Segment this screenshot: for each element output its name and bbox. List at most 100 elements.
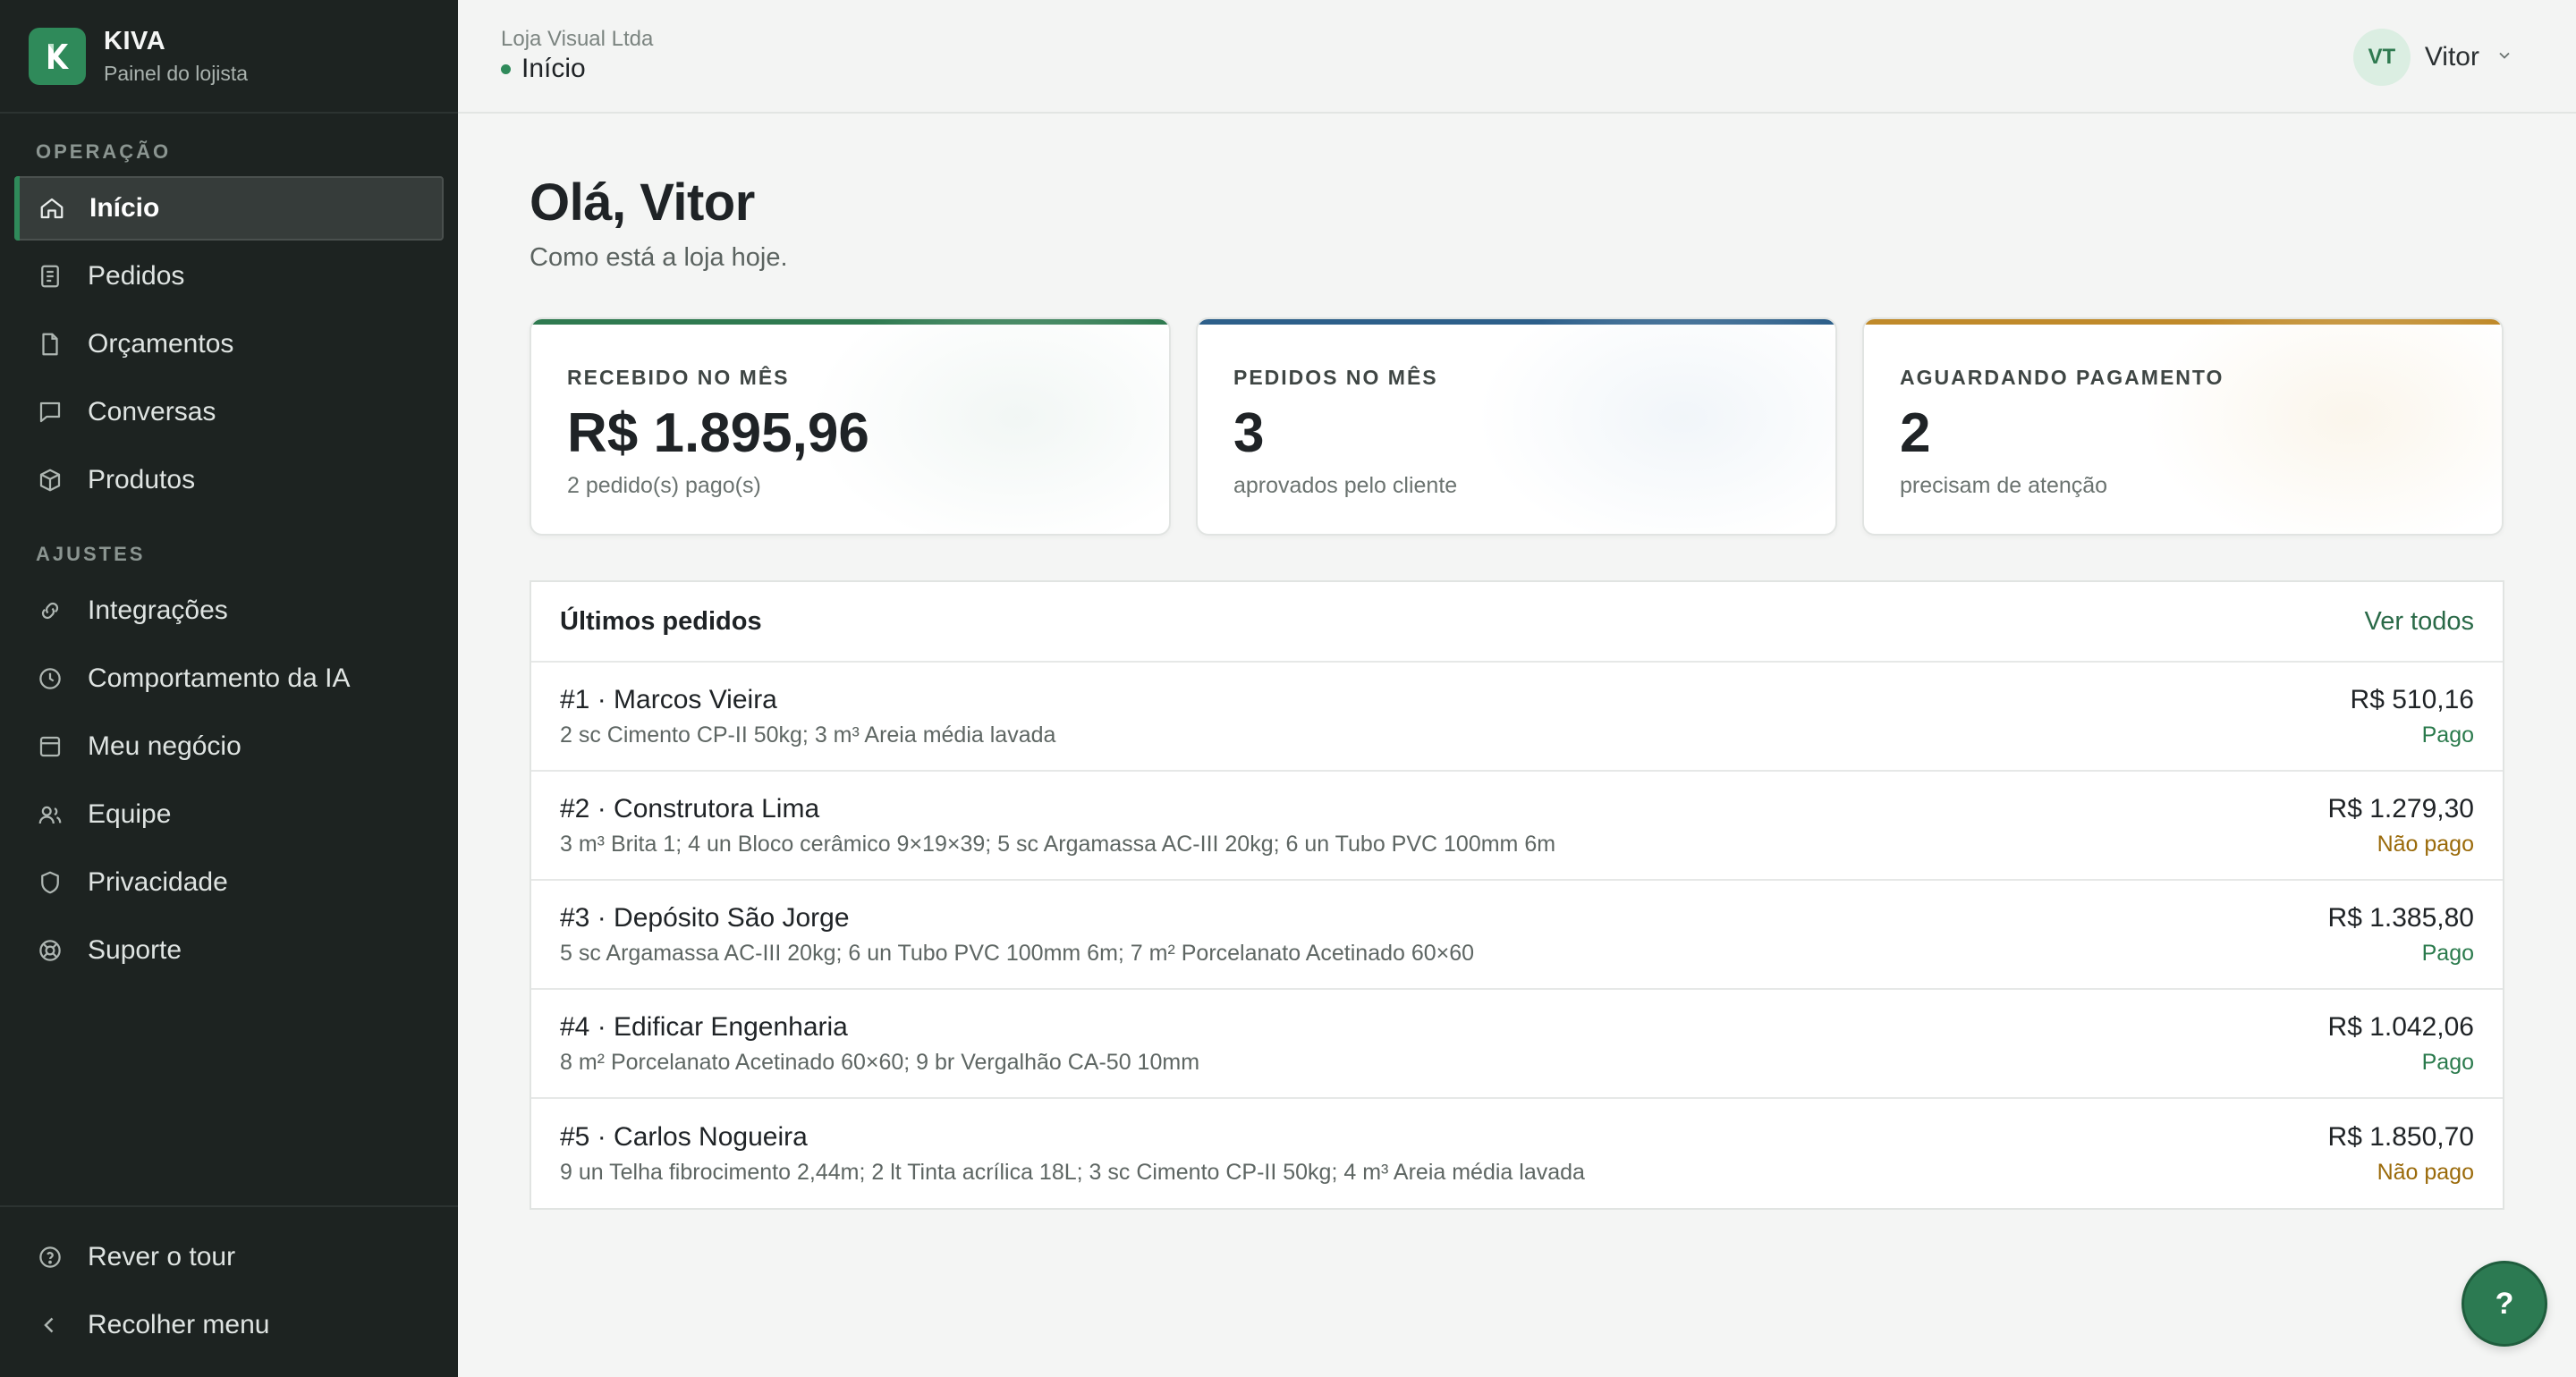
sidebar-footer: Rever o tour Recolher menu <box>0 1205 458 1377</box>
sidebar-item-recolher-menu[interactable]: Recolher menu <box>14 1293 444 1357</box>
help-button[interactable]: ? <box>2462 1261 2547 1347</box>
home-icon <box>38 194 66 223</box>
breadcrumb-page: Início <box>501 54 586 84</box>
sidebar-item-integracoes[interactable]: Integrações <box>14 579 444 643</box>
recent-orders-title: Últimos pedidos <box>560 606 762 636</box>
recent-orders-header: Últimos pedidos Ver todos <box>531 582 2503 663</box>
sidebar-item-suporte[interactable]: Suporte <box>14 918 444 983</box>
order-row[interactable]: #2 · Construtora Lima 3 m³ Brita 1; 4 un… <box>531 772 2503 881</box>
file-icon <box>36 330 64 359</box>
kiva-logo-icon <box>29 27 86 85</box>
order-status: Pago <box>2421 940 2474 966</box>
sidebar: KIVA Painel do lojista OPERAÇÃO Início P… <box>0 0 458 1377</box>
sidebar-item-label: Orçamentos <box>88 329 234 359</box>
sidebar-item-label: Pedidos <box>88 261 185 291</box>
sidebar-item-label: Recolher menu <box>88 1310 270 1339</box>
store-icon <box>36 732 64 761</box>
card-label: RECEBIDO NO MÊS <box>567 366 790 389</box>
order-row[interactable]: #4 · Edificar Engenharia 8 m² Porcelanat… <box>531 990 2503 1099</box>
users-icon <box>36 800 64 829</box>
order-title: #2 · Construtora Lima <box>560 793 820 824</box>
order-row[interactable]: #1 · Marcos Vieira 2 sc Cimento CP-II 50… <box>531 663 2503 772</box>
order-status: Pago <box>2421 1049 2474 1075</box>
brand-name: KIVA <box>104 26 166 55</box>
chat-icon <box>36 398 64 427</box>
order-status: Não pago <box>2377 831 2474 857</box>
order-items: 5 sc Argamassa AC-III 20kg; 6 un Tubo PV… <box>560 940 1475 966</box>
card-value: 2 <box>1900 402 1931 464</box>
sidebar-item-pedidos[interactable]: Pedidos <box>14 244 444 308</box>
sidebar-item-orcamentos[interactable]: Orçamentos <box>14 312 444 376</box>
lifebuoy-icon <box>36 936 64 965</box>
brand-subtitle: Painel do lojista <box>104 61 249 85</box>
greeting: Olá, Vitor <box>530 173 755 232</box>
card-value: R$ 1.895,96 <box>567 402 869 464</box>
shield-icon <box>36 868 64 897</box>
sidebar-item-label: Suporte <box>88 935 182 965</box>
sidebar-item-comportamento-ia[interactable]: Comportamento da IA <box>14 646 444 711</box>
sidebar-item-label: Meu negócio <box>88 731 242 761</box>
greeting-subtitle: Como está a loja hoje. <box>530 243 788 272</box>
sidebar-item-meu-negocio[interactable]: Meu negócio <box>14 714 444 779</box>
order-row[interactable]: #5 · Carlos Nogueira 9 un Telha fibrocim… <box>531 1099 2503 1208</box>
section-title-operacao: OPERAÇÃO <box>36 140 172 163</box>
sidebar-item-rever-tour[interactable]: Rever o tour <box>14 1225 444 1289</box>
sidebar-item-label: Conversas <box>88 397 216 427</box>
order-items: 2 sc Cimento CP-II 50kg; 3 m³ Areia médi… <box>560 722 1056 748</box>
order-amount: R$ 510,16 <box>2350 684 2474 714</box>
user-menu[interactable]: VT Vitor <box>2352 29 2513 86</box>
order-status: Não pago <box>2377 1159 2474 1185</box>
order-amount: R$ 1.850,70 <box>2327 1121 2474 1152</box>
sidebar-item-inicio[interactable]: Início <box>14 176 444 241</box>
order-title: #4 · Edificar Engenharia <box>560 1011 848 1042</box>
main-content: Olá, Vitor Como está a loja hoje. RECEBI… <box>530 114 2504 1210</box>
sidebar-item-label: Integrações <box>88 596 228 625</box>
order-items: 3 m³ Brita 1; 4 un Bloco cerâmico 9×19×3… <box>560 831 1556 857</box>
order-status: Pago <box>2421 722 2474 748</box>
recent-orders-panel: Últimos pedidos Ver todos #1 · Marcos Vi… <box>530 580 2504 1210</box>
card-pedidos: PEDIDOS NO MÊS 3 aprovados pelo cliente <box>1196 317 1837 536</box>
card-note: aprovados pelo cliente <box>1233 473 1458 498</box>
order-row[interactable]: #3 · Depósito São Jorge 5 sc Argamassa A… <box>531 881 2503 990</box>
sidebar-item-label: Privacidade <box>88 867 228 897</box>
sidebar-item-label: Comportamento da IA <box>88 663 351 693</box>
card-label: AGUARDANDO PAGAMENTO <box>1900 366 2224 389</box>
document-list-icon <box>36 262 64 291</box>
user-name: Vitor <box>2424 42 2479 72</box>
chevron-left-icon <box>36 1311 64 1339</box>
brand[interactable]: KIVA Painel do lojista <box>0 0 458 114</box>
order-amount: R$ 1.279,30 <box>2327 793 2474 824</box>
breadcrumb-company: Loja Visual Ltda <box>501 27 654 51</box>
page-title: Início <box>521 54 586 83</box>
order-title: #1 · Marcos Vieira <box>560 684 777 714</box>
box-icon <box>36 466 64 494</box>
view-all-link[interactable]: Ver todos <box>2364 607 2474 637</box>
order-amount: R$ 1.042,06 <box>2327 1011 2474 1042</box>
chevron-down-icon <box>2496 46 2513 69</box>
order-title: #3 · Depósito São Jorge <box>560 902 850 933</box>
clock-icon <box>36 664 64 693</box>
order-amount: R$ 1.385,80 <box>2327 902 2474 933</box>
card-recebido: RECEBIDO NO MÊS R$ 1.895,96 2 pedido(s) … <box>530 317 1171 536</box>
order-title: #5 · Carlos Nogueira <box>560 1121 808 1152</box>
card-note: 2 pedido(s) pago(s) <box>567 473 761 498</box>
sidebar-item-produtos[interactable]: Produtos <box>14 448 444 512</box>
sidebar-item-label: Produtos <box>88 465 196 494</box>
sidebar-item-label: Equipe <box>88 799 172 829</box>
section-title-ajustes: AJUSTES <box>36 543 146 565</box>
order-items: 9 un Telha fibrocimento 2,44m; 2 lt Tint… <box>560 1159 1585 1185</box>
card-value: 3 <box>1233 402 1265 464</box>
sidebar-item-conversas[interactable]: Conversas <box>14 380 444 444</box>
card-note: precisam de atenção <box>1900 473 2108 498</box>
sidebar-item-label: Início <box>89 193 160 223</box>
order-items: 8 m² Porcelanato Acetinado 60×60; 9 br V… <box>560 1049 1200 1075</box>
sidebar-item-equipe[interactable]: Equipe <box>14 782 444 847</box>
card-label: PEDIDOS NO MÊS <box>1233 366 1438 389</box>
avatar: VT <box>2352 29 2411 86</box>
status-dot-icon <box>501 63 511 74</box>
help-circle-icon <box>36 1243 64 1271</box>
sidebar-item-label: Rever o tour <box>88 1242 236 1271</box>
sidebar-item-privacidade[interactable]: Privacidade <box>14 850 444 915</box>
card-aguardando: AGUARDANDO PAGAMENTO 2 precisam de atenç… <box>1862 317 2504 536</box>
stat-cards: RECEBIDO NO MÊS R$ 1.895,96 2 pedido(s) … <box>530 317 2504 536</box>
